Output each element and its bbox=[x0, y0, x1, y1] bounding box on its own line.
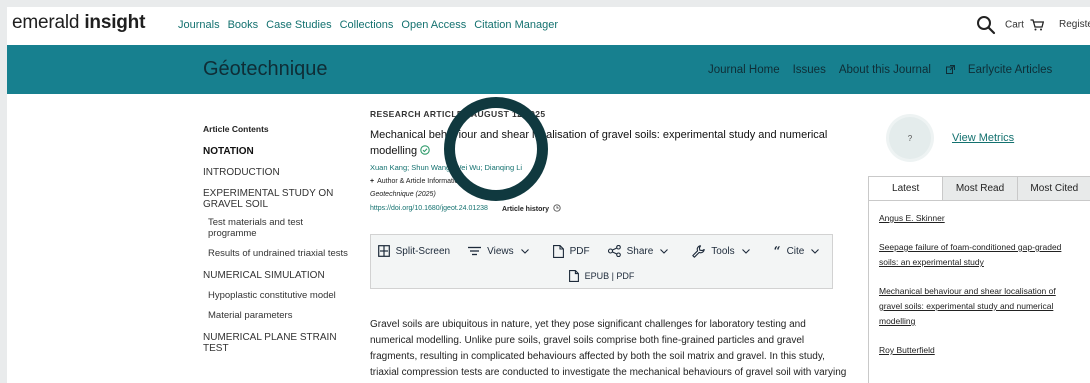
share-icon bbox=[607, 245, 621, 257]
metrics-badge[interactable]: ? bbox=[889, 117, 931, 159]
toc-item-plane-strain-test[interactable]: NUMERICAL PLANE STRAIN TEST bbox=[203, 332, 353, 354]
share-button[interactable]: Share bbox=[607, 244, 675, 258]
tab-most-cited[interactable]: Most Cited bbox=[1016, 177, 1090, 200]
tools-label: Tools bbox=[711, 245, 735, 257]
document-icon bbox=[568, 270, 579, 282]
journal-bar: Géotechnique Journal Home Issues About t… bbox=[7, 45, 1090, 94]
latest-list: Angus E. Skinner Seepage failure of foam… bbox=[869, 201, 1090, 358]
doi-link[interactable]: https://doi.org/10.1680/jgeot.24.01238 bbox=[370, 205, 488, 212]
epub-pdf-button[interactable]: EPUB | PDF bbox=[568, 270, 635, 282]
publication-info: Geotechnique (2025) bbox=[370, 191, 436, 198]
toc-item-undrained-triaxial[interactable]: Results of undrained triaxial tests bbox=[203, 248, 353, 260]
list-item[interactable]: Seepage failure of foam-conditioned gap-… bbox=[879, 240, 1081, 270]
nav-open-access[interactable]: Open Access bbox=[401, 19, 466, 31]
article-toolbar: Split-Screen Views PDF Share Tools “ Cit… bbox=[370, 234, 833, 289]
chevron-down-icon bbox=[811, 248, 820, 254]
register-link[interactable]: Registe bbox=[1059, 19, 1090, 30]
cite-icon: “ bbox=[773, 244, 781, 258]
about-journal-label: About this Journal bbox=[838, 64, 931, 76]
nav-journals[interactable]: Journals bbox=[178, 19, 220, 31]
highlight-ring bbox=[444, 97, 548, 201]
earlycite-link[interactable]: Earlycite Articles bbox=[968, 64, 1052, 76]
nav-case-studies[interactable]: Case Studies bbox=[266, 19, 331, 31]
toc-heading: Article Contents bbox=[203, 124, 269, 134]
toolbar-row: Split-Screen Views PDF Share Tools “ Cit… bbox=[371, 244, 832, 258]
share-label: Share bbox=[626, 245, 654, 257]
nav-books[interactable]: Books bbox=[228, 19, 259, 31]
toc-item-hypoplastic-model[interactable]: Hypoplastic constitutive model bbox=[203, 290, 353, 302]
tab-most-read[interactable]: Most Read bbox=[942, 177, 1017, 200]
chevron-down-icon bbox=[520, 248, 529, 254]
history-icon bbox=[553, 204, 561, 212]
list-item[interactable]: Angus E. Skinner bbox=[879, 211, 1081, 226]
tools-button[interactable]: Tools bbox=[692, 244, 755, 258]
split-screen-label: Split-Screen bbox=[395, 245, 451, 257]
cart-button[interactable]: Cart bbox=[1005, 19, 1044, 31]
site-logo[interactable]: emerald insight bbox=[12, 12, 145, 34]
search-icon[interactable] bbox=[976, 15, 996, 35]
tab-bar: Latest Most Read Most Cited bbox=[869, 177, 1090, 201]
cite-button[interactable]: “ Cite bbox=[774, 244, 826, 258]
toc-item-material-parameters[interactable]: Material parameters bbox=[203, 310, 353, 322]
chevron-down-icon bbox=[741, 248, 750, 254]
cart-icon bbox=[1030, 19, 1044, 31]
article-type-date: RESEARCH ARTICLE | AUGUST 12 2025 bbox=[370, 109, 546, 119]
external-link-icon bbox=[945, 65, 955, 74]
tab-latest[interactable]: Latest bbox=[869, 177, 943, 200]
logo-bold: insight bbox=[84, 12, 146, 33]
split-screen-icon bbox=[377, 245, 390, 257]
doi-row: https://doi.org/10.1680/jgeot.24.01238 A… bbox=[370, 204, 850, 213]
article-title: Mechanical behaviour and shear localisat… bbox=[370, 127, 835, 159]
nav-collections[interactable]: Collections bbox=[340, 19, 394, 31]
page-frame: emerald insight Journals Books Case Stud… bbox=[7, 7, 1090, 383]
logo-light: emerald bbox=[12, 12, 80, 33]
journal-home-link[interactable]: Journal Home bbox=[708, 64, 780, 76]
toc-item-numerical-simulation[interactable]: NUMERICAL SIMULATION bbox=[203, 270, 353, 281]
split-screen-button[interactable]: Split-Screen bbox=[377, 244, 451, 258]
journal-nav: Journal Home Issues About this Journal E… bbox=[708, 64, 1065, 76]
pdf-icon bbox=[552, 244, 564, 258]
journal-title[interactable]: Géotechnique bbox=[203, 58, 328, 81]
list-item[interactable]: Mechanical behaviour and shear localisat… bbox=[879, 284, 1081, 329]
abstract-text: Gravel soils are ubiquitous in nature, y… bbox=[370, 319, 847, 378]
about-journal-link[interactable]: About this Journal bbox=[839, 64, 955, 76]
wrench-icon bbox=[692, 244, 706, 258]
toc-item-experimental-study[interactable]: EXPERIMENTAL STUDY ON GRAVEL SOIL bbox=[203, 188, 353, 210]
article-main: RESEARCH ARTICLE | AUGUST 12 2025 Mechan… bbox=[370, 109, 850, 378]
top-nav: Journals Books Case Studies Collections … bbox=[178, 19, 566, 31]
epub-pdf-label: EPUB | PDF bbox=[584, 271, 635, 281]
issues-link[interactable]: Issues bbox=[793, 64, 826, 76]
view-metrics-link[interactable]: View Metrics bbox=[952, 132, 1014, 144]
pdf-button[interactable]: PDF bbox=[552, 244, 590, 258]
toolbar-row-2: EPUB | PDF bbox=[371, 270, 832, 282]
plus-icon: + bbox=[370, 178, 375, 185]
related-articles-panel: Latest Most Read Most Cited Angus E. Ski… bbox=[868, 176, 1090, 383]
article-title-text: Mechanical behaviour and shear localisat… bbox=[370, 129, 828, 157]
site-header: emerald insight Journals Books Case Stud… bbox=[7, 7, 1090, 45]
author-info-toggle[interactable]: + Author & Article Information bbox=[370, 178, 850, 185]
check-circle-icon bbox=[420, 145, 430, 155]
cart-label: Cart bbox=[1005, 19, 1024, 31]
list-item[interactable]: Roy Butterfield bbox=[879, 343, 1081, 358]
toc-item-introduction[interactable]: INTRODUCTION bbox=[203, 167, 353, 178]
author-info-label: Author & Article Information bbox=[377, 178, 463, 185]
cite-label: Cite bbox=[786, 245, 805, 257]
views-icon bbox=[468, 246, 482, 256]
chevron-down-icon bbox=[660, 248, 669, 254]
pdf-label: PDF bbox=[569, 245, 590, 257]
nav-citation-manager[interactable]: Citation Manager bbox=[474, 19, 558, 31]
article-history-toggle[interactable]: Article history bbox=[502, 204, 561, 213]
author-list[interactable]: Xuan Kang; Shun Wang; Wei Wu; Dianqing L… bbox=[370, 163, 850, 172]
views-label: Views bbox=[487, 245, 514, 257]
article-contents: Article Contents NOTATION INTRODUCTION E… bbox=[203, 124, 353, 354]
toc-item-notation[interactable]: NOTATION bbox=[203, 146, 353, 157]
views-button[interactable]: Views bbox=[468, 244, 535, 258]
toc-item-test-materials[interactable]: Test materials and test programme bbox=[203, 217, 353, 239]
article-history-label: Article history bbox=[501, 206, 550, 213]
